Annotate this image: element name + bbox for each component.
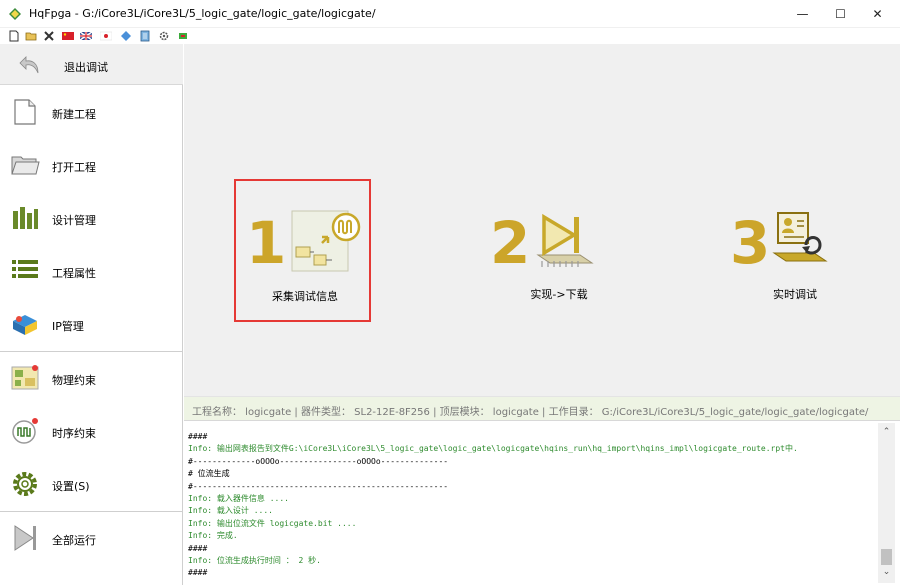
log-line: Info: 载入器件信息 .... [188, 493, 289, 503]
step-collect-debug-info[interactable]: 1 采集调试信息 [234, 179, 371, 322]
step-label: 采集调试信息 [272, 290, 338, 303]
return-arrow-icon [19, 56, 39, 74]
run-all-icon [14, 525, 36, 551]
chip-icon[interactable] [177, 30, 189, 42]
log-line: Info: 完成. [188, 531, 238, 541]
close-x-icon[interactable] [43, 30, 55, 42]
sidebar-item-timing-constraint[interactable]: 时序约束 [0, 405, 183, 458]
sidebar-item-design-management[interactable]: 设计管理 [0, 192, 183, 245]
new-file-icon[interactable] [8, 30, 20, 42]
collect-debug-icon [291, 210, 361, 272]
log-line: Info: 输出位流文件 logicgate.bit .... [188, 518, 357, 528]
console-output[interactable]: #### Info: 输出网表报告到文件G:\iCore3L\iCore3L\5… [184, 420, 900, 585]
app-logo-icon [9, 8, 21, 20]
chinese-flag-icon[interactable] [62, 30, 74, 42]
japan-flag-icon[interactable] [100, 30, 112, 42]
log-line: #---------------------------------------… [188, 481, 449, 491]
console-log: #### Info: 输出网表报告到文件G:\iCore3L\iCore3L\5… [188, 431, 878, 580]
log-line: #### [188, 568, 208, 578]
scroll-down-icon[interactable]: ⌄ [878, 567, 895, 579]
sidebar-item-physical-constraint[interactable]: 物理约束 [0, 352, 183, 405]
sidebar-item-settings[interactable]: 设置(S) [0, 458, 183, 511]
ip-management-icon [13, 315, 37, 335]
sidebar-item-label: 设计管理 [52, 214, 96, 227]
sidebar: 退出调试 新建工程 打开工程 设计管理 工程属性 IP管理 物理约束 时序约束 … [0, 44, 183, 585]
sidebar-item-label: 物理约束 [52, 374, 96, 387]
document-icon[interactable] [139, 30, 151, 42]
title-bar: HqFpga - G:/iCore3L/iCore3L/5_logic_gate… [0, 0, 900, 28]
project-info-bar: 工程名称： logicgate | 器件类型： SL2-12E-8F256 | … [184, 396, 900, 420]
gear-small-icon[interactable] [158, 30, 170, 42]
sidebar-item-label: 新建工程 [52, 108, 96, 121]
log-line: Info: 位流生成执行时间 ： 2 秒. [188, 555, 321, 565]
sidebar-item-label: 全部运行 [52, 534, 96, 547]
sidebar-item-label: 工程属性 [52, 267, 96, 280]
physical-constraint-icon [11, 365, 39, 390]
toolbar [0, 28, 900, 44]
timing-constraint-icon [12, 418, 38, 444]
scroll-thumb[interactable] [881, 549, 892, 565]
sidebar-item-run-all[interactable]: 全部运行 [0, 512, 183, 565]
scroll-up-icon[interactable]: ⌃ [878, 427, 895, 439]
close-button[interactable]: ✕ [855, 0, 900, 28]
sidebar-item-label: IP管理 [52, 320, 84, 333]
sidebar-item-label: 打开工程 [52, 161, 96, 174]
implement-download-icon [536, 213, 594, 267]
settings-gear-icon [13, 472, 37, 496]
console-scrollbar[interactable]: ⌃ ⌄ [878, 423, 895, 583]
window-title: HqFpga - G:/iCore3L/iCore3L/5_logic_gate… [29, 7, 376, 20]
sidebar-item-open-project[interactable]: 打开工程 [0, 139, 183, 192]
sidebar-item-label: 设置(S) [52, 480, 90, 493]
step-number: 3 [730, 209, 771, 277]
step-label: 实时调试 [773, 288, 817, 301]
sidebar-item-new-project[interactable]: 新建工程 [0, 86, 183, 139]
step-number: 1 [246, 209, 287, 277]
step-implement-download[interactable]: 2 实现->下载 [484, 179, 634, 319]
step-label: 实现->下载 [530, 288, 588, 301]
step-number: 2 [490, 209, 531, 277]
design-management-icon [13, 207, 38, 229]
step-realtime-debug[interactable]: 3 实时调试 [724, 179, 874, 319]
project-info-text: 工程名称： logicgate | 器件类型： SL2-12E-8F256 | … [192, 407, 869, 418]
sidebar-item-project-properties[interactable]: 工程属性 [0, 245, 183, 298]
log-line: #### [188, 432, 208, 441]
log-line: # 位流生成 [188, 469, 230, 479]
exit-debug-label: 退出调试 [64, 61, 108, 74]
exit-debug-button[interactable]: 退出调试 [0, 44, 183, 85]
realtime-debug-icon [772, 212, 828, 262]
log-line: #-------------oOOOo----------------oOOOo… [188, 456, 449, 466]
main-panel: 1 采集调试信息 2 实现->下载 3 实时调试 [184, 44, 900, 396]
log-line: Info: 输出网表报告到文件G:\iCore3L\iCore3L\5_logi… [188, 444, 798, 454]
open-folder-icon[interactable] [25, 30, 37, 42]
open-project-icon [11, 156, 40, 175]
new-project-icon [14, 99, 36, 125]
sidebar-item-label: 时序约束 [52, 427, 96, 440]
project-properties-icon [12, 260, 38, 278]
uk-flag-icon[interactable] [80, 30, 92, 42]
log-line: #### [188, 543, 208, 553]
log-line: Info: 载入设计 .... [188, 506, 273, 516]
sidebar-item-ip-management[interactable]: IP管理 [0, 298, 183, 351]
diamond-icon[interactable] [120, 30, 132, 42]
